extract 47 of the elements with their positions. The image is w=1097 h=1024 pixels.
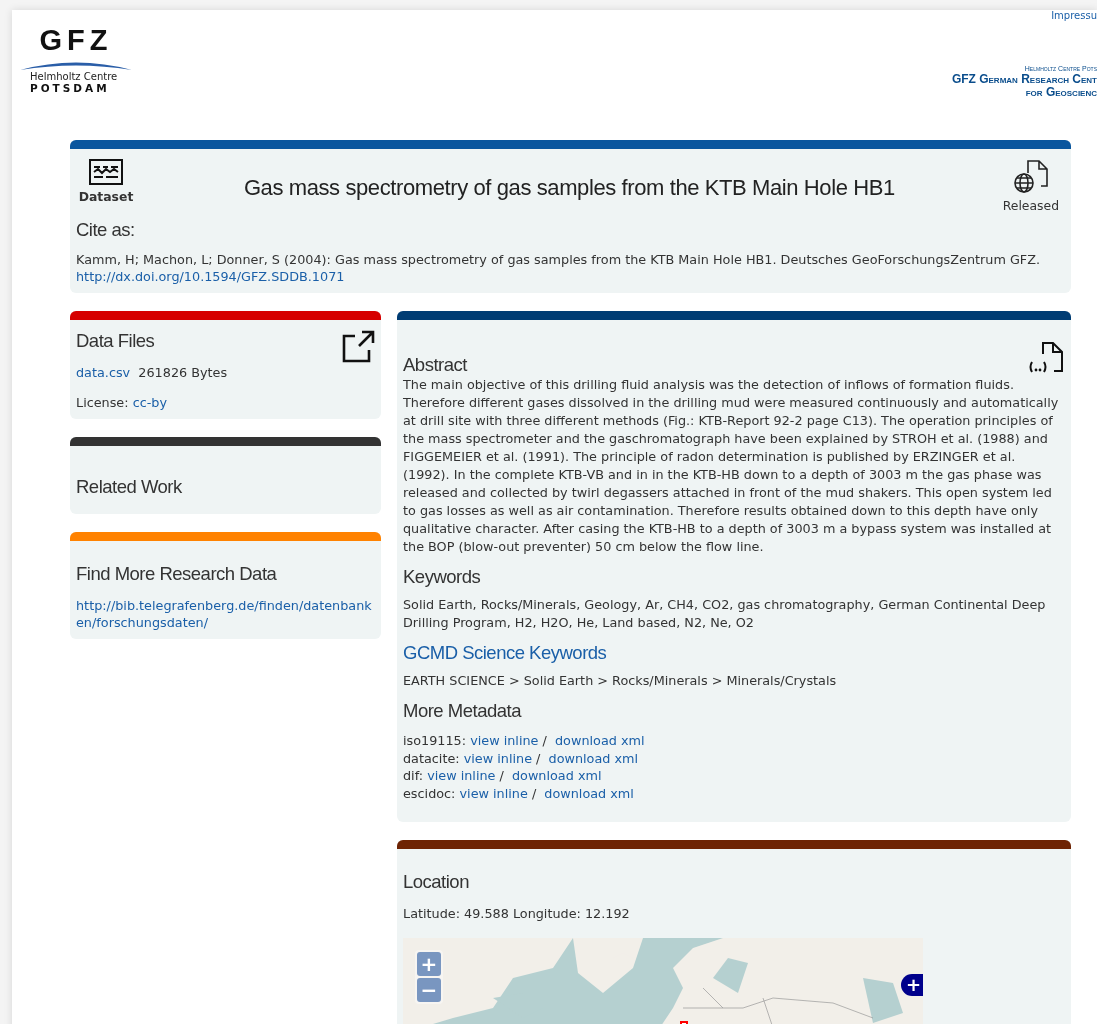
section-heading: Related Work [76,476,183,498]
metadata-scheme: iso19115: [403,733,467,748]
separator-text: / [499,768,504,783]
separator-text: / [542,733,547,748]
section-heading: More Metadata [403,700,523,722]
organization-name: for Geoscienc [1025,86,1097,99]
view-inline-link[interactable]: view inline [470,733,539,748]
impressum-link[interactable]: Impressu [1051,10,1097,21]
section-heading: Keywords [403,566,482,588]
section-heading: Location [403,871,470,893]
logo-subtitle: POTSDAM [30,82,110,94]
gcmd-heading-link[interactable]: GCMD Science Keywords [403,642,1065,664]
gfz-logo[interactable]: GFZ Helmholtz Centre POTSDAM [12,10,136,140]
view-inline-link[interactable]: view inline [459,785,528,801]
resource-type: Dataset [78,189,134,204]
coordinates-text: Latitude: 49.588 Longitude: 12.192 [403,905,631,922]
logo-text: GFZ [39,24,113,57]
section-heading: Data Files [76,330,156,352]
separator-text: / [536,750,541,766]
view-inline-link[interactable]: view inline [427,768,496,783]
metadata-scheme: datacite: [403,750,460,766]
view-inline-link[interactable]: view inline [463,750,532,766]
section-heading: Find More Research Data [76,563,278,585]
research-data-link[interactable]: http://bib.telegrafenberg.de/finden/datenbanken/forschungsdaten/ [76,597,375,631]
download-xml-link[interactable]: download xml [544,785,634,801]
license-link[interactable]: cc-by [132,395,168,410]
download-xml-link[interactable]: download xml [511,768,602,783]
status-label: Released [1002,198,1059,213]
section-heading: Abstract [403,354,467,376]
doi-link[interactable]: http://dx.doi.org/10.1594/GFZ.SDDB.1071 [76,269,345,284]
logo-subtitle: Helmholtz Centre [30,71,118,82]
download-xml-link[interactable]: download xml [555,733,645,748]
keywords-text: Solid Earth, Rocks/Minerals, Geology, Ar, CH4, CO2, gas chromatography, German Continental Deep Drilling Program, H2, H2O, He, Land based, N2, Ne, O2 [403,596,1047,632]
download-xml-link[interactable]: download xml [548,750,639,766]
metadata-scheme: escidoc: [403,785,456,801]
abstract-text: The main objective of this drilling fluid analysis was the detection of inflows of formation fluids. Therefore different gases dissolved in the drilling mud were measured continuously and automatically at drill site with three different methods (Fig.: KTB-Report 92-2 page C13). The operation principles of the mass spectrometer and the gaschromatograph have been explained by STROH et al. (1988) and FIGGEMEIER et al. (1991). The principle of radon determination is published by ERZINGER et al. (1992). In the complete KTB-VB and in in the KTB-HB down to a depth of 3003 m the gas phase was released and collected by twirl degassers attached in front of the mud shakers. This open system led to gas losses as well as air contamination. Therefore results obtained down to this depth have only qualitative character. After casing the KTB-HB to a depth of 3003 m a bypass system was installed at the BOP (blow-out preventer) 50 cm below the flow line. [403,376,1060,556]
metadata-scheme: dif: [403,768,424,783]
separator-text: / [531,785,537,801]
file-size: 261826 Bytes [137,365,228,380]
file-link[interactable]: data.csv [76,365,131,380]
layer-switcher-button[interactable]: + [901,974,923,996]
section-heading: Cite as: [76,219,136,241]
gcmd-keywords-text: EARTH SCIENCE > Solid Earth > Rocks/Minerals > Minerals/Crystals [403,672,838,690]
license-label: License: [76,395,129,410]
dataset-title: Gas mass spectrometry of gas samples from the KTB Main Hole HB1 [243,174,895,201]
organization-name: GFZ German Research Cent [951,73,1097,86]
citation-text: Kamm, H; Machon, L; Donner, S (2004): Gas mass spectrometry of gas samples from the KTB Main Hole HB1. Deutsches GeoForschungsZentrum GFZ. [76,252,1041,267]
